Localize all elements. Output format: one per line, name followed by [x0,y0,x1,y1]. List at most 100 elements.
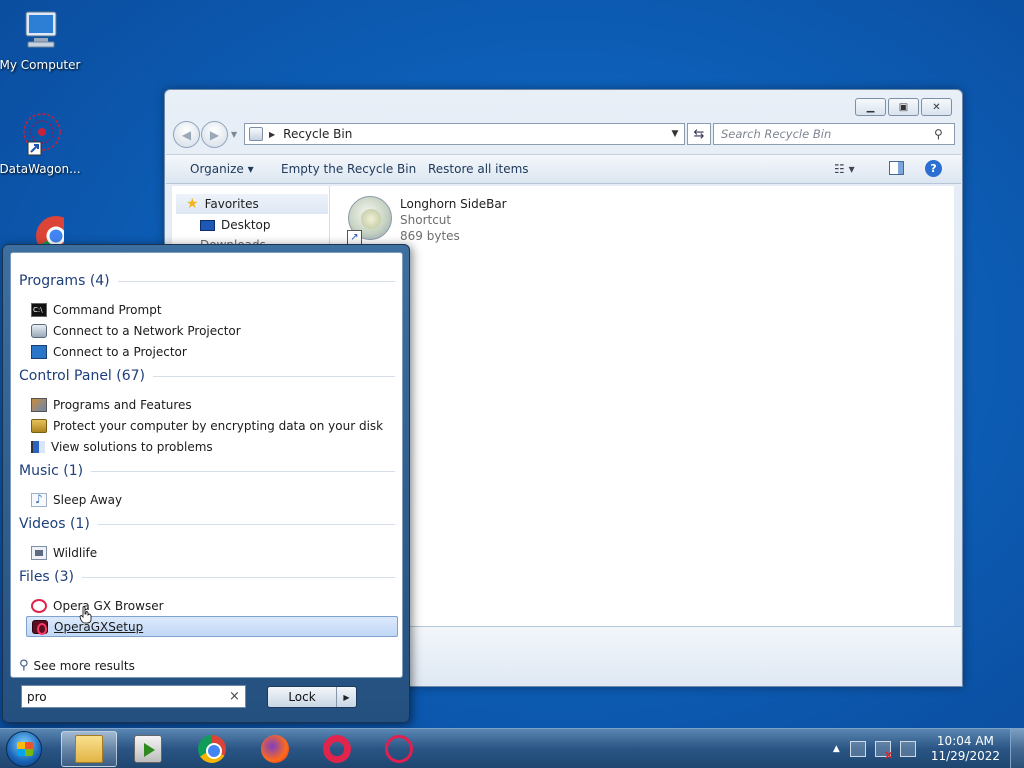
hand-cursor-icon [79,606,92,624]
result-sleep-away[interactable]: Sleep Away [26,489,398,510]
clear-search-icon[interactable]: × [229,689,245,704]
result-connect-network-projector[interactable]: Connect to a Network Projector [26,320,398,341]
nav-favorites[interactable]: ★ Favorites [176,194,328,214]
volume-icon[interactable] [899,741,916,757]
maximize-icon: ▣ [898,101,909,113]
search-box[interactable]: Search Recycle Bin ⚲ [713,123,955,145]
group-heading-files: Files (3) [19,569,395,585]
help-button[interactable]: ? [925,160,942,177]
file-size: 869 bytes [400,229,460,243]
restore-all-items-button[interactable]: Restore all items [428,162,529,176]
change-view-button[interactable]: ☷ ▾ [834,162,855,176]
close-icon: ✕ [932,101,941,113]
windows-logo-icon [17,742,33,756]
back-button[interactable]: ◀ [173,121,200,148]
start-button[interactable] [6,731,42,767]
empty-recycle-bin-button[interactable]: Empty the Recycle Bin [281,162,416,176]
media-player-icon [134,735,162,763]
action-center-flag-icon [31,440,45,453]
firefox-icon [261,735,289,763]
result-command-prompt[interactable]: Command Prompt [26,299,398,320]
result-view-solutions[interactable]: View solutions to problems [26,436,398,457]
desktop-icon [200,219,215,231]
file-item-longhorn-sidebar[interactable]: ↗ Longhorn SideBar Shortcut 869 bytes [347,196,507,245]
address-dropdown-icon[interactable]: ▼ [666,129,684,139]
minimize-button[interactable]: ▁ [855,98,886,116]
group-heading-music: Music (1) [19,463,395,479]
start-menu: Programs (4) Command Prompt Connect to a… [2,244,410,723]
minimize-icon: ▁ [866,101,875,113]
search-input[interactable]: Search Recycle Bin [721,127,934,141]
lock-button[interactable]: Lock ▶ [267,686,357,708]
computer-icon [16,8,64,56]
maximize-button[interactable]: ▣ [888,98,919,116]
clock-time: 10:04 AM [936,734,994,748]
recycle-bin-icon [249,127,263,141]
close-button[interactable]: ✕ [921,98,952,116]
opera-gx-icon [385,735,413,763]
address-bar[interactable]: ▶ Recycle Bin ▼ [244,123,685,145]
desktop-icon-my-computer[interactable]: My Computer [0,8,82,72]
programs-features-icon [31,397,47,412]
opera-gx-setup-icon [32,619,48,635]
result-bitlocker[interactable]: Protect your computer by encrypting data… [26,415,398,436]
view-options-icon: ☷ [834,162,845,176]
file-list: ↗ Longhorn SideBar Shortcut 869 bytes [330,186,954,626]
taskbar-app-opera-gx[interactable] [371,731,427,767]
desktop-icon-datawagon[interactable]: DataWagon... [0,112,82,176]
bitlocker-icon [31,418,47,433]
taskbar-app-media-player[interactable] [120,731,176,767]
breadcrumb-chevron-icon[interactable]: ▶ [269,130,275,139]
address-location: Recycle Bin [283,127,353,141]
start-search-input[interactable]: pro [27,690,229,704]
result-programs-and-features[interactable]: Programs and Features [26,394,398,415]
star-icon: ★ [186,196,199,212]
search-icon: ⚲ [934,127,943,141]
shortcut-arrow-icon: ↗ [347,230,362,245]
sidebar-shortcut-icon: ↗ [347,196,392,245]
forward-button[interactable]: ▶ [201,121,228,148]
start-search-box[interactable]: pro × [21,685,246,708]
opera-icon [31,598,47,613]
nav-item-desktop[interactable]: Desktop [200,218,271,232]
result-wildlife[interactable]: Wildlife [26,542,398,563]
window-controls: ▁ ▣ ✕ [855,98,952,116]
taskbar-app-chrome[interactable] [184,731,240,767]
windows-explorer-icon [75,735,103,763]
show-hidden-icons-button[interactable]: ▲ [833,744,840,754]
chevron-down-icon: ▾ [848,162,855,176]
file-name: Longhorn SideBar [400,197,507,211]
network-projector-icon [31,323,47,338]
organize-menu[interactable]: Organize ▾ [190,162,254,176]
opera-icon [323,735,351,763]
back-arrow-icon: ◀ [181,127,192,142]
chevron-down-icon: ▾ [247,162,254,176]
file-type: Shortcut [400,213,452,227]
search-results-pane: Programs (4) Command Prompt Connect to a… [10,252,403,678]
taskbar-app-explorer[interactable] [61,731,117,767]
music-file-icon [31,492,47,507]
navigation-bar: ◀ ▶ ▼ ▶ Recycle Bin ▼ ⇆ Search Recycle B… [173,121,955,149]
taskbar-app-firefox[interactable] [247,731,303,767]
projector-icon [31,344,47,359]
taskbar-app-opera[interactable] [309,731,365,767]
group-heading-control-panel: Control Panel (67) [19,368,395,384]
chrome-icon [198,735,226,763]
desktop-icon-label: My Computer [0,58,81,72]
notification-area: ▲ 10:04 AM 11/29/2022 [833,729,1024,768]
datawagon-icon [16,112,64,160]
refresh-button[interactable]: ⇆ [687,123,711,145]
recent-pages-dropdown[interactable]: ▼ [231,130,237,139]
taskbar: ▲ 10:04 AM 11/29/2022 [0,728,1024,768]
group-heading-programs: Programs (4) [19,273,395,289]
action-center-icon[interactable] [849,741,866,757]
result-connect-projector[interactable]: Connect to a Projector [26,341,398,362]
network-disconnected-icon[interactable] [874,741,894,760]
see-more-results-link[interactable]: ⚲ See more results [19,658,135,673]
group-heading-videos: Videos (1) [19,516,395,532]
clock[interactable]: 10:04 AM 11/29/2022 [931,734,1000,764]
refresh-icon: ⇆ [693,126,705,142]
shutdown-options-arrow-icon[interactable]: ▶ [336,687,356,707]
show-desktop-button[interactable] [1010,729,1024,768]
preview-pane-button[interactable] [889,161,904,175]
